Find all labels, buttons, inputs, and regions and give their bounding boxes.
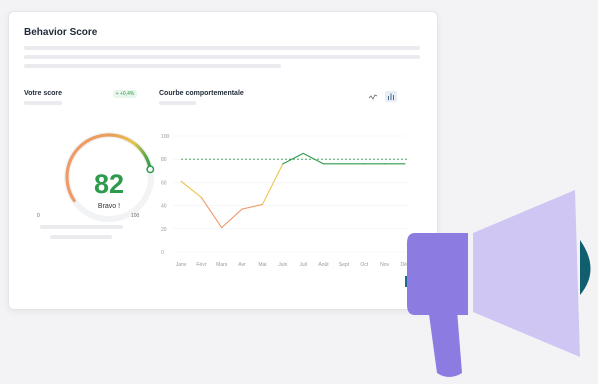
x-tick-label: Nov xyxy=(380,262,389,268)
card-title: Behavior Score xyxy=(24,27,98,38)
megaphone-illustration xyxy=(365,185,598,384)
x-tick-label: Sept xyxy=(339,262,350,268)
line-chart-icon xyxy=(369,93,377,100)
y-tick-label: 80 xyxy=(161,157,167,163)
megaphone-body xyxy=(407,233,468,315)
y-tick-label: 100 xyxy=(161,134,170,140)
x-tick-label: Févr xyxy=(196,262,206,268)
series-segment xyxy=(261,163,284,205)
bar-chart-icon xyxy=(388,93,394,100)
description-placeholder-line xyxy=(24,46,420,50)
score-value: 82 xyxy=(93,169,125,199)
megaphone-rim xyxy=(580,240,591,295)
x-tick-label: Mars xyxy=(216,262,228,268)
gauge-min-label: 0 xyxy=(37,213,40,219)
chart-label: Courbe comportementale xyxy=(159,90,244,97)
x-tick-label: Avr xyxy=(238,262,246,268)
series-segment xyxy=(180,180,202,199)
series-segment xyxy=(241,203,264,210)
gauge-max-label: 100 xyxy=(131,213,140,219)
score-caption: Bravo ! xyxy=(97,203,121,210)
y-tick-label: 20 xyxy=(161,227,167,233)
series-segment xyxy=(282,152,304,165)
y-tick-label: 60 xyxy=(161,180,167,186)
behavior-chart: 0 20 40 60 80 100 Janv Févr Mars Avr Mai Juin Juil Ao… xyxy=(159,130,410,280)
y-tick-label: 40 xyxy=(161,204,167,210)
gauge-footer-placeholder xyxy=(40,225,123,229)
series-segment xyxy=(221,208,243,229)
x-tick-label: Oct xyxy=(360,262,368,268)
chart-sublabel-placeholder xyxy=(159,101,196,105)
gauge-footer-placeholder xyxy=(50,235,112,239)
score-sublabel-placeholder xyxy=(24,101,62,105)
y-tick-label: 0 xyxy=(161,250,164,256)
megaphone-cone xyxy=(473,190,580,357)
x-tick-label: Août xyxy=(318,262,329,268)
score-change-badge: + +0,4% xyxy=(113,90,137,98)
description-placeholder-line xyxy=(24,55,420,59)
x-tick-label: Janv xyxy=(176,262,187,268)
line-chart-toggle[interactable] xyxy=(367,91,379,102)
score-label: Votre score xyxy=(24,90,62,97)
description-placeholder-line xyxy=(24,64,281,68)
gauge-knob xyxy=(146,165,155,174)
behavior-score-card: Behavior Score Votre score + +0,4% Courb… xyxy=(8,11,438,310)
x-tick-label: Juin xyxy=(278,262,287,268)
x-tick-label: Mai xyxy=(258,262,266,268)
series-segment xyxy=(200,196,223,229)
x-tick-label: Juil xyxy=(299,262,307,268)
bar-chart-toggle[interactable] xyxy=(385,91,397,102)
series-segment xyxy=(302,152,325,165)
